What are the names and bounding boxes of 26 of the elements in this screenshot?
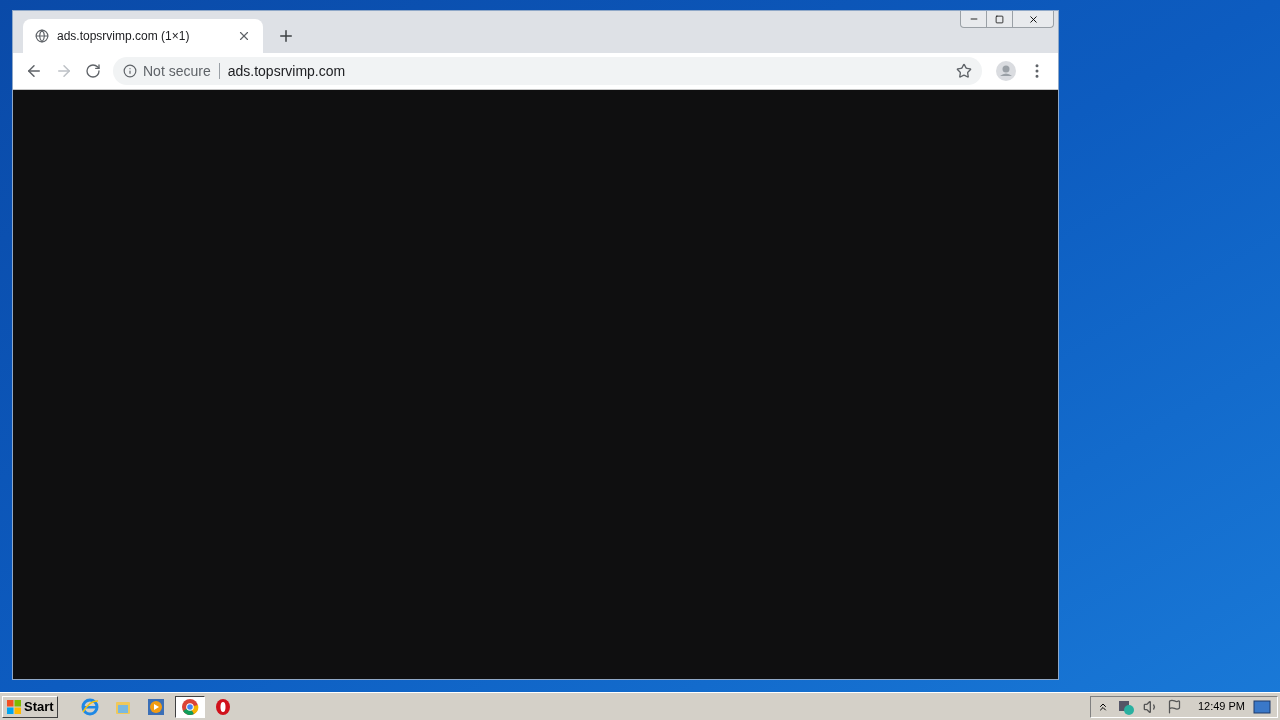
info-icon xyxy=(123,64,137,78)
tab-title: ads.topsrvimp.com (1×1) xyxy=(57,28,191,45)
security-label: Not secure xyxy=(143,61,211,81)
back-icon[interactable] xyxy=(25,62,43,80)
windows-logo-icon xyxy=(6,698,22,715)
network-icon[interactable] xyxy=(1116,698,1135,715)
taskbar-app-button[interactable] xyxy=(174,695,205,718)
show-desktop-icon[interactable] xyxy=(1253,699,1271,714)
maximize-icon xyxy=(995,14,1004,24)
flag-icon[interactable] xyxy=(1166,699,1182,714)
close-tab-icon[interactable] xyxy=(237,29,251,43)
address-bar[interactable]: Not secure ads.topsrvimp.com xyxy=(113,57,982,85)
play-icon xyxy=(147,697,166,716)
new-tab-icon[interactable] xyxy=(277,27,295,45)
close-icon xyxy=(1027,13,1039,25)
browser-e-icon xyxy=(81,697,100,716)
url-text: ads.topsrvimp.com xyxy=(227,61,347,81)
browser-tab[interactable]: ads.topsrvimp.com (1×1) xyxy=(23,19,263,53)
opera-icon xyxy=(214,697,233,716)
chrome-icon xyxy=(180,697,199,716)
bookmark-star-icon[interactable] xyxy=(956,63,972,79)
reload-icon[interactable] xyxy=(85,63,101,79)
start-button[interactable]: Start xyxy=(2,695,58,718)
globe-icon xyxy=(35,29,49,43)
profile-icon[interactable] xyxy=(996,61,1016,81)
clock: 12:49 PM xyxy=(1197,699,1245,715)
